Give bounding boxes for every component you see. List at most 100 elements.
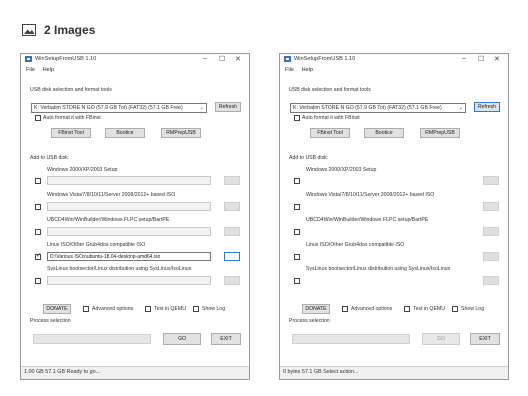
option-checkbox[interactable] — [294, 178, 300, 184]
test-qemu-checkbox[interactable] — [145, 306, 151, 312]
test-qemu-label: Test in QEMU — [154, 306, 186, 312]
process-selection-label: Process selection — [289, 318, 330, 324]
usb-disk-select[interactable]: K: Verbatim STORE N GO (57.9 GB Tot) (FA… — [31, 103, 207, 113]
show-log-checkbox[interactable] — [452, 306, 458, 312]
option-checkbox[interactable] — [294, 278, 300, 284]
test-qemu-label: Test in QEMU — [413, 306, 445, 312]
browse-button[interactable] — [483, 252, 499, 261]
option-path-field[interactable] — [47, 176, 211, 185]
option-label: UBCD4Win/WinBuilder/Windows FLPC setup/B… — [306, 217, 429, 223]
option-checkbox[interactable] — [35, 204, 41, 210]
usb-disk-select[interactable]: K: Verbatim STORE N GO (57.9 GB Tot) (FA… — [290, 103, 466, 113]
fbinst-tool-button[interactable]: FBinst Tool — [51, 128, 91, 138]
menu-help[interactable]: Help — [43, 67, 55, 73]
advanced-options-checkbox[interactable] — [83, 306, 89, 312]
option-label: SysLinux bootsector/Linux distribution u… — [47, 266, 192, 272]
app-icon — [25, 56, 32, 62]
show-log-checkbox[interactable] — [193, 306, 199, 312]
minimize-icon[interactable]: – — [462, 55, 466, 62]
app-icon — [284, 56, 291, 62]
chevron-down-icon: ⌄ — [199, 105, 204, 111]
minimize-icon[interactable]: – — [203, 55, 207, 62]
menu-help[interactable]: Help — [302, 67, 314, 73]
menu-bar: File Help — [285, 67, 319, 73]
chevron-down-icon: ⌄ — [458, 105, 463, 111]
app-window-2: WinSetupFromUSB 1.10 – ☐ ✕ File Help USB… — [279, 53, 509, 380]
fbinst-tool-button[interactable]: FBinst Tool — [310, 128, 350, 138]
progress-bar — [33, 334, 151, 344]
window-title: WinSetupFromUSB 1.10 — [294, 56, 356, 62]
progress-bar — [292, 334, 410, 344]
browse-button[interactable] — [224, 276, 240, 285]
app-window-1: WinSetupFromUSB 1.10 – ☐ ✕ File Help USB… — [20, 53, 250, 380]
option-checkbox[interactable] — [294, 229, 300, 235]
option-path-field[interactable]: D:\Various ISOs\ubuntu-18.04-desktop-amd… — [47, 252, 211, 261]
bootice-button[interactable]: Bootice — [364, 128, 404, 138]
option-checkbox[interactable] — [35, 178, 41, 184]
usb-disk-value: K: Verbatim STORE N GO (57.9 GB Tot) (FA… — [293, 105, 442, 111]
menu-file[interactable]: File — [26, 67, 35, 73]
refresh-button[interactable]: Refresh — [215, 102, 241, 112]
auto-format-checkbox[interactable] — [294, 115, 300, 121]
advanced-options-label: Advanced options — [92, 306, 134, 312]
image-gallery-icon — [22, 24, 36, 36]
gallery-title: 2 Images — [44, 23, 96, 37]
option-checkbox[interactable] — [35, 252, 41, 260]
status-bar: 1.00 GB 57.1 GB Ready to go... — [21, 366, 249, 379]
option-label: Linux ISO/Other Grub4dos compatible ISO — [306, 242, 405, 248]
auto-format-label: Auto format it with FBinst — [302, 115, 360, 121]
browse-button[interactable] — [483, 227, 499, 236]
option-label: Windows 2000/XP/2003 Setup — [47, 167, 118, 173]
show-log-label: Show Log — [202, 306, 226, 312]
show-log-label: Show Log — [461, 306, 485, 312]
close-icon[interactable]: ✕ — [235, 55, 241, 63]
exit-button[interactable]: EXIT — [470, 333, 500, 345]
rmprepusb-button[interactable]: RMPrepUSB — [161, 128, 201, 138]
option-path-field[interactable] — [47, 276, 211, 285]
title-bar: WinSetupFromUSB 1.10 – ☐ ✕ — [21, 54, 249, 65]
title-bar: WinSetupFromUSB 1.10 – ☐ ✕ — [280, 54, 508, 65]
donate-button[interactable]: DONATE — [43, 304, 71, 314]
donate-button[interactable]: DONATE — [302, 304, 330, 314]
maximize-icon[interactable]: ☐ — [219, 55, 225, 63]
menu-file[interactable]: File — [285, 67, 294, 73]
usb-disk-value: K: Verbatim STORE N GO (57.9 GB Tot) (FA… — [34, 105, 183, 111]
refresh-button[interactable]: Refresh — [474, 102, 500, 112]
window-title: WinSetupFromUSB 1.10 — [35, 56, 97, 62]
auto-format-label: Auto format it with FBinst — [43, 115, 101, 121]
browse-button[interactable] — [483, 202, 499, 211]
exit-button[interactable]: EXIT — [211, 333, 241, 345]
maximize-icon[interactable]: ☐ — [478, 55, 484, 63]
option-label: Windows 2000/XP/2003 Setup — [306, 167, 377, 173]
bootice-button[interactable]: Bootice — [105, 128, 145, 138]
add-to-usb-label: Add to USB disk: — [289, 155, 329, 161]
status-bar: 0 bytes 57.1 GB Select action... — [280, 366, 508, 379]
go-button[interactable]: GO — [163, 333, 201, 345]
advanced-options-checkbox[interactable] — [342, 306, 348, 312]
option-label: Linux ISO/Other Grub4dos compatible ISO — [47, 242, 146, 248]
process-selection-label: Process selection — [30, 318, 71, 324]
option-path-field[interactable] — [47, 202, 211, 211]
option-path-field[interactable] — [47, 227, 211, 236]
browse-button[interactable] — [224, 252, 240, 261]
browse-button[interactable] — [483, 176, 499, 185]
browse-button[interactable] — [224, 176, 240, 185]
option-label: Windows Vista/7/8/10/11/Server 2008/2012… — [47, 192, 176, 198]
browse-button[interactable] — [224, 227, 240, 236]
option-checkbox[interactable] — [35, 229, 41, 235]
option-checkbox[interactable] — [35, 278, 41, 284]
option-label: SysLinux bootsector/Linux distribution u… — [306, 266, 451, 272]
close-icon[interactable]: ✕ — [494, 55, 500, 63]
go-button[interactable]: GO — [422, 333, 460, 345]
advanced-options-label: Advanced options — [351, 306, 393, 312]
rmprepusb-button[interactable]: RMPrepUSB — [420, 128, 460, 138]
option-label: Windows Vista/7/8/10/11/Server 2008/2012… — [306, 192, 435, 198]
option-label: UBCD4Win/WinBuilder/Windows FLPC setup/B… — [47, 217, 170, 223]
auto-format-checkbox[interactable] — [35, 115, 41, 121]
option-checkbox[interactable] — [294, 254, 300, 260]
browse-button[interactable] — [224, 202, 240, 211]
disk-section-label: USB disk selection and format tools — [289, 87, 371, 93]
browse-button[interactable] — [483, 276, 499, 285]
test-qemu-checkbox[interactable] — [404, 306, 410, 312]
option-checkbox[interactable] — [294, 204, 300, 210]
